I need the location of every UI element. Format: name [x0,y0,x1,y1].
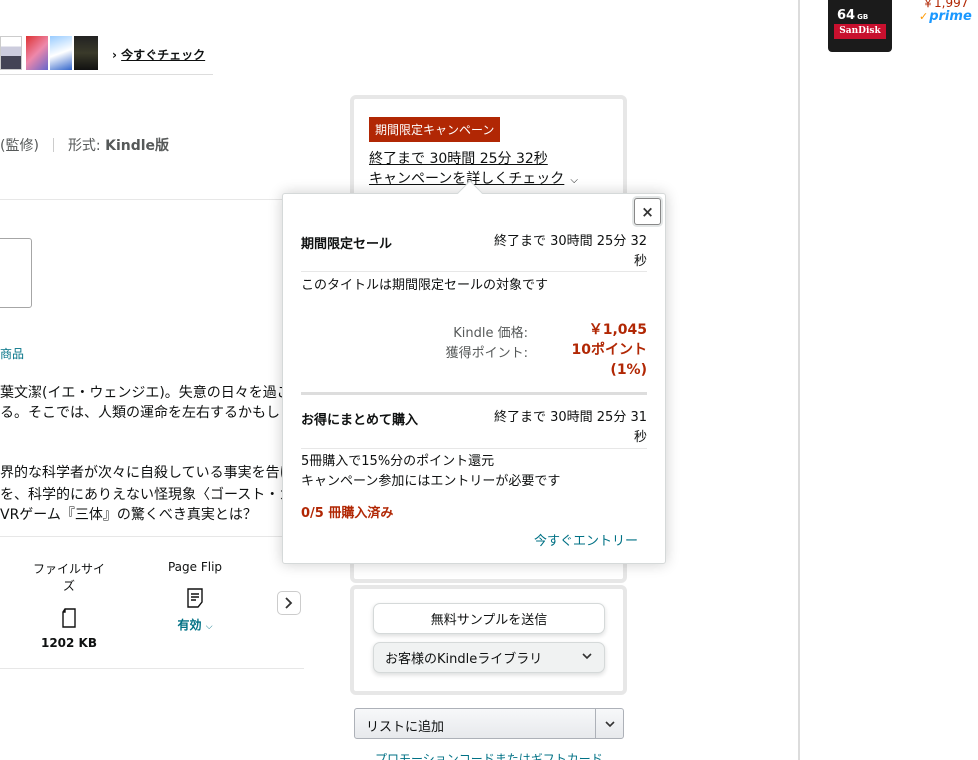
series-thumbnail[interactable] [26,36,48,70]
library-select[interactable]: お客様のKindleライブラリ [373,642,605,673]
divider [0,199,304,200]
sd-card-product-image[interactable]: 64 GB SanDisk [828,0,892,52]
detail-page-flip: Page Flip 有効 ⌵ [160,560,230,633]
sd-capacity: 64 [837,8,856,23]
chevron-down-icon: ⌵ [205,622,213,632]
check-icon: ✓ [919,10,929,23]
add-to-list-button[interactable]: リストに追加 [354,708,624,739]
promo-code-link[interactable]: プロモーションコードまたはギフトカード [375,750,603,760]
divider [0,668,304,669]
sale-title: 期間限定セール [301,237,393,252]
series-strip: › 今すぐチェック [0,30,213,75]
chevron-down-icon [582,653,592,660]
chevron-right-icon [285,597,293,609]
chevron-right-icon: › [112,48,117,62]
campaign-badge: 期間限定キャンペーン [369,117,501,142]
page-flip-icon [187,588,203,608]
divider [301,448,647,449]
description-line: 葉文潔(イエ・ウェンジエ)。失意の日々を過ご [0,385,291,401]
prime-badge: ✓prime [919,9,972,24]
send-sample-button[interactable]: 無料サンプルを送信 [373,603,605,634]
entry-now-link[interactable]: 今すぐエントリー [534,530,638,549]
divider [0,536,304,537]
description-line: る。そこでは、人類の運命を左右するかもし [0,405,280,421]
sd-unit: GB [857,13,869,21]
file-icon [62,608,76,628]
bulk-title: お得にまとめて購入 [301,413,419,428]
list-dropdown-toggle[interactable] [595,709,623,738]
format-label: 形式: [67,138,101,154]
chevron-down-icon [604,720,615,727]
points-label: 獲得ポイント: [445,346,528,361]
sale-timer: 終了まで 30時間 25分 32 秒 [493,234,647,269]
campaign-countdown: 終了まで 30時間 25分 32秒 [369,151,548,167]
sd-brand: SanDisk [834,24,886,39]
add-to-list-label: リストに追加 [366,720,445,735]
divider [52,138,54,152]
series-thumbnail[interactable] [0,36,22,70]
bought-count: 0/5 冊購入済み [301,506,394,521]
sale-text: このタイトルは期間限定セールの対象です [301,278,549,293]
description-line: VRゲーム『三体』の驚くべき真実とは？ [0,507,257,523]
file-size-label: ファイルサイズ [32,562,105,593]
library-select-value: お客様のKindleライブラリ [385,652,543,667]
series-thumbnail[interactable] [74,36,98,70]
related-product-link[interactable]: 商品 [0,345,24,362]
rail-divider [798,0,800,760]
byline: (監修) 形式: Kindle版 [0,135,169,155]
detail-file-size: ファイルサイズ 1202 KB [28,560,110,650]
close-icon: × [641,202,654,221]
divider [301,271,647,272]
section-divider [301,392,647,395]
contributor-role: (監修) [0,138,39,154]
file-size-value: 1202 KB [40,636,98,650]
points-value: 10ポイント (1%) [571,342,647,378]
format-option-box[interactable] [0,238,32,308]
series-thumbnail[interactable] [50,36,72,70]
chevron-down-icon: ⌵ [570,175,578,186]
close-button[interactable]: × [634,198,661,225]
format-value: Kindle版 [105,138,170,154]
details-next-button[interactable] [277,591,301,615]
description-line: を、科学的にありえない怪現象〈ゴースト・カ [0,487,294,503]
page-flip-value[interactable]: 有効 ⌵ [160,616,230,633]
kindle-price-value: ￥1,045 [588,322,647,338]
kindle-price-label: Kindle 価格: [453,326,528,341]
sample-box [350,585,627,695]
series-check-now-link[interactable]: › 今すぐチェック [112,46,205,63]
bulk-text: 5冊購入で15%分のポイント還元 キャンペーン参加にはエントリーが必要です [301,454,561,489]
page-flip-label: Page Flip [167,560,223,574]
description-line: 界的な科学者が次々に自殺している事実を告げ [0,465,294,481]
bulk-timer: 終了まで 30時間 25分 31 秒 [493,410,647,445]
